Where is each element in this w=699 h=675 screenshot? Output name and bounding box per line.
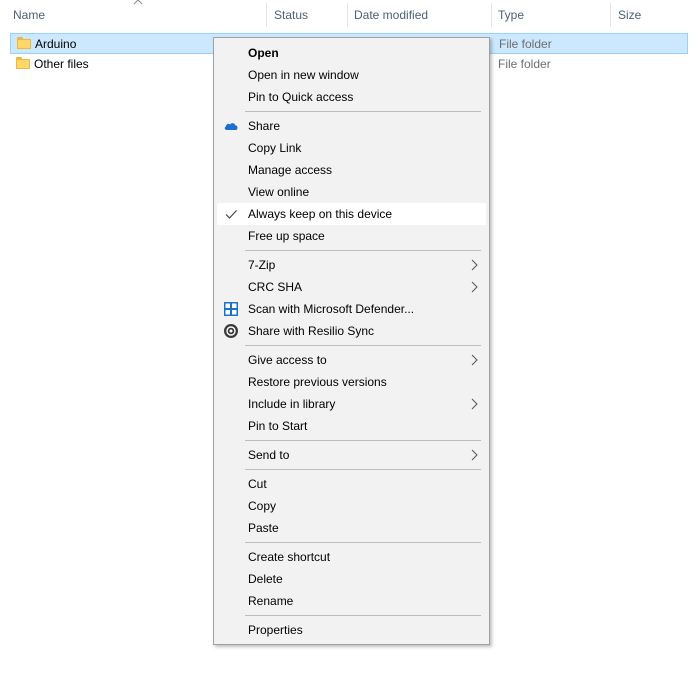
menu-item-label: Pin to Start bbox=[248, 419, 308, 433]
defender-shield-icon bbox=[223, 301, 239, 317]
chevron-right-icon bbox=[468, 259, 480, 271]
menu-item-label: Delete bbox=[248, 572, 283, 586]
menu-item-send-to[interactable]: Send to bbox=[217, 444, 486, 466]
menu-item-give-access[interactable]: Give access to bbox=[217, 349, 486, 371]
checkmark-icon bbox=[223, 206, 239, 222]
menu-item-scan-defender[interactable]: Scan with Microsoft Defender... bbox=[217, 298, 486, 320]
menu-item-label: Cut bbox=[248, 477, 267, 491]
menu-item-pin-start[interactable]: Pin to Start bbox=[217, 415, 486, 437]
menu-item-label: Give access to bbox=[248, 353, 327, 367]
menu-separator bbox=[245, 542, 481, 543]
menu-item-delete[interactable]: Delete bbox=[217, 568, 486, 590]
column-header-type[interactable]: Type bbox=[498, 0, 524, 30]
menu-item-label: Send to bbox=[248, 448, 290, 462]
menu-item-label: Always keep on this device bbox=[248, 207, 393, 221]
column-headers: Name Status Date modified Type Size bbox=[0, 0, 699, 30]
menu-item-label: Open in new window bbox=[248, 68, 359, 82]
menu-item-label: View online bbox=[248, 185, 310, 199]
menu-item-label: 7-Zip bbox=[248, 258, 276, 272]
menu-item-open[interactable]: Open bbox=[217, 42, 486, 64]
menu-item-label: Pin to Quick access bbox=[248, 90, 354, 104]
column-header-size[interactable]: Size bbox=[618, 0, 641, 30]
file-name: Arduino bbox=[35, 37, 77, 51]
menu-item-always-keep[interactable]: Always keep on this device bbox=[217, 203, 486, 225]
menu-item-share-resilio[interactable]: Share with Resilio Sync bbox=[217, 320, 486, 342]
menu-item-share[interactable]: Share bbox=[217, 115, 486, 137]
sort-ascending-icon bbox=[133, 0, 143, 8]
menu-item-copy[interactable]: Copy bbox=[217, 495, 486, 517]
column-header-date-modified[interactable]: Date modified bbox=[354, 0, 428, 30]
menu-item-label: Create shortcut bbox=[248, 550, 331, 564]
menu-item-label: Rename bbox=[248, 594, 294, 608]
menu-item-label: Restore previous versions bbox=[248, 375, 387, 389]
menu-separator bbox=[245, 111, 481, 112]
file-name: Other files bbox=[34, 57, 89, 71]
folder-icon bbox=[16, 57, 30, 69]
chevron-right-icon bbox=[468, 354, 480, 366]
menu-item-label: Copy Link bbox=[248, 141, 302, 155]
context-menu: Open Open in new window Pin to Quick acc… bbox=[213, 37, 490, 645]
column-header-status[interactable]: Status bbox=[274, 0, 308, 30]
file-type: File folder bbox=[499, 37, 552, 51]
menu-item-pin-quick-access[interactable]: Pin to Quick access bbox=[217, 86, 486, 108]
menu-item-label: Share with Resilio Sync bbox=[248, 324, 375, 338]
chevron-right-icon bbox=[468, 398, 480, 410]
menu-item-properties[interactable]: Properties bbox=[217, 619, 486, 641]
menu-item-include-library[interactable]: Include in library bbox=[217, 393, 486, 415]
menu-item-label: Manage access bbox=[248, 163, 333, 177]
menu-item-crc-sha[interactable]: CRC SHA bbox=[217, 276, 486, 298]
onedrive-cloud-icon bbox=[223, 118, 239, 134]
menu-item-free-up-space[interactable]: Free up space bbox=[217, 225, 486, 247]
column-divider[interactable] bbox=[347, 3, 348, 27]
menu-item-copy-link[interactable]: Copy Link bbox=[217, 137, 486, 159]
menu-item-7zip[interactable]: 7-Zip bbox=[217, 254, 486, 276]
chevron-right-icon bbox=[468, 449, 480, 461]
chevron-right-icon bbox=[468, 281, 480, 293]
file-type: File folder bbox=[498, 57, 551, 71]
column-divider[interactable] bbox=[266, 3, 267, 27]
folder-icon bbox=[17, 37, 31, 49]
menu-item-label: Scan with Microsoft Defender... bbox=[248, 302, 415, 316]
menu-separator bbox=[245, 250, 481, 251]
menu-item-label: Share bbox=[248, 119, 281, 133]
menu-separator bbox=[245, 469, 481, 470]
menu-item-label: Copy bbox=[248, 499, 277, 513]
menu-item-paste[interactable]: Paste bbox=[217, 517, 486, 539]
menu-item-rename[interactable]: Rename bbox=[217, 590, 486, 612]
resilio-sync-icon bbox=[223, 323, 239, 339]
menu-separator bbox=[245, 440, 481, 441]
column-header-name[interactable]: Name bbox=[13, 0, 45, 30]
menu-item-label: Include in library bbox=[248, 397, 336, 411]
menu-item-view-online[interactable]: View online bbox=[217, 181, 486, 203]
menu-separator bbox=[245, 345, 481, 346]
menu-item-label: Open bbox=[248, 46, 279, 60]
menu-item-open-new-window[interactable]: Open in new window bbox=[217, 64, 486, 86]
menu-separator bbox=[245, 615, 481, 616]
menu-item-restore-versions[interactable]: Restore previous versions bbox=[217, 371, 486, 393]
menu-item-label: CRC SHA bbox=[248, 280, 303, 294]
column-divider[interactable] bbox=[491, 3, 492, 27]
menu-item-label: Paste bbox=[248, 521, 279, 535]
menu-item-create-shortcut[interactable]: Create shortcut bbox=[217, 546, 486, 568]
menu-item-label: Free up space bbox=[248, 229, 325, 243]
menu-item-label: Properties bbox=[248, 623, 303, 637]
menu-item-manage-access[interactable]: Manage access bbox=[217, 159, 486, 181]
column-divider[interactable] bbox=[610, 3, 611, 27]
menu-item-cut[interactable]: Cut bbox=[217, 473, 486, 495]
